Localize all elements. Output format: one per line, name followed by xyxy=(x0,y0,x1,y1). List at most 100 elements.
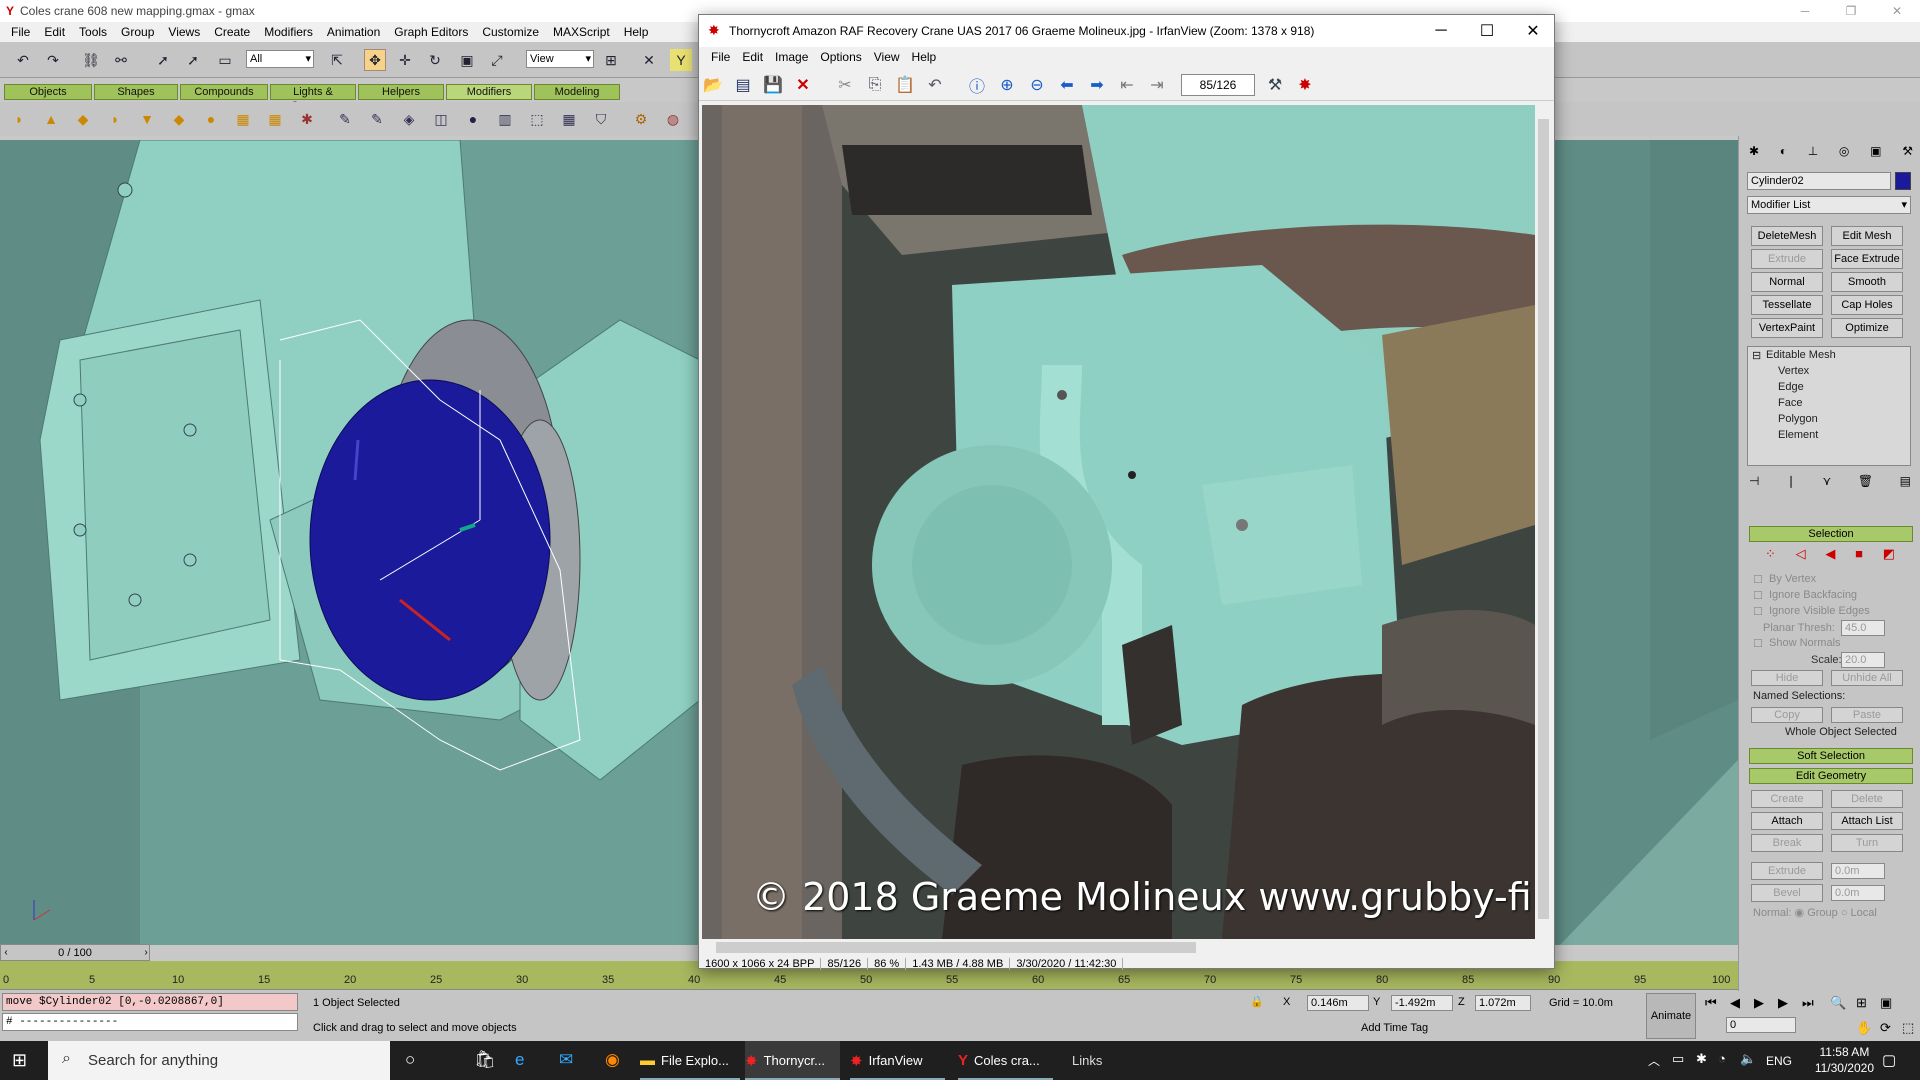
previous-image-icon[interactable]: ⬅ xyxy=(1055,74,1079,96)
go-to-end-icon[interactable]: ⏭ xyxy=(1802,995,1814,1011)
bevel-amount-field[interactable]: 0.0m xyxy=(1831,885,1885,901)
move-icon[interactable]: ✥ xyxy=(364,49,386,71)
info-icon[interactable]: ⓘ xyxy=(965,74,989,96)
twist-icon[interactable]: ◆ xyxy=(72,108,94,130)
maxscript-listener-output[interactable]: move $Cylinder02 [0,-0.0208867,0] xyxy=(2,993,298,1011)
vertical-scrollbar[interactable] xyxy=(1535,105,1552,939)
configure-sets-icon[interactable]: ▤ xyxy=(1900,474,1911,492)
notification-icon[interactable]: ▢ xyxy=(1882,1051,1896,1069)
y-coordinate-field[interactable]: -1.492m xyxy=(1391,995,1453,1011)
irf-maximize-button[interactable]: ☐ xyxy=(1464,15,1510,47)
remove-modifier-icon[interactable]: 🗑 xyxy=(1858,474,1873,492)
create-tab-icon[interactable]: ✱ xyxy=(1749,144,1759,164)
open-folder-icon[interactable]: 📂 xyxy=(701,74,725,96)
select-manipulate-icon[interactable]: ⤢ xyxy=(486,49,508,71)
thumbnails-icon[interactable]: ▤ xyxy=(731,74,755,96)
geo-extrude-button[interactable]: Extrude xyxy=(1751,862,1823,880)
next-frame-icon[interactable]: › xyxy=(140,944,152,961)
snap-icon[interactable]: ✕ xyxy=(638,49,660,71)
attach-list-button[interactable]: Attach List xyxy=(1831,812,1903,830)
tab-lights-cameras[interactable]: Lights & Cameras xyxy=(270,84,356,112)
taskbar-search-box[interactable]: ⌕ Search for anything xyxy=(48,1041,390,1080)
selection-filter-dropdown[interactable]: All ▾ xyxy=(246,50,314,68)
named-selection-icon[interactable]: Y xyxy=(670,49,692,71)
shield-icon[interactable]: ⛉ xyxy=(590,108,612,130)
modify-tab-icon[interactable]: ◐ xyxy=(1780,144,1787,164)
taskbar-app-file-explorer[interactable]: ▬ File Explo... xyxy=(640,1041,740,1080)
utilities-tab-icon[interactable]: ⚒ xyxy=(1902,144,1913,164)
grid-icon[interactable]: ▦ xyxy=(558,108,580,130)
undo-icon[interactable]: ↶ xyxy=(12,49,34,71)
network-icon[interactable]: ▭ xyxy=(1672,1051,1684,1067)
irf-menu-view[interactable]: View xyxy=(868,50,906,64)
irf-menu-file[interactable]: File xyxy=(705,50,736,64)
horizontal-scroll-thumb[interactable] xyxy=(716,942,1196,953)
bend-icon[interactable]: ◗ xyxy=(8,108,30,130)
region-select-icon[interactable]: ▭ xyxy=(214,49,236,71)
menu-modifiers[interactable]: Modifiers xyxy=(257,25,320,39)
menu-group[interactable]: Group xyxy=(114,25,161,39)
hierarchy-tab-icon[interactable]: ⊥ xyxy=(1808,144,1818,164)
copy-icon[interactable]: ⎘ xyxy=(863,74,887,96)
prev-key-icon[interactable]: ◀ xyxy=(1730,995,1740,1011)
by-vertex-checkbox[interactable]: ☐ xyxy=(1753,573,1763,586)
first-image-icon[interactable]: ⇤ xyxy=(1115,74,1139,96)
language-indicator[interactable]: ENG xyxy=(1766,1054,1792,1068)
zoom-all-icon[interactable]: ⊞ xyxy=(1856,995,1867,1011)
store-icon[interactable]: 🛍 xyxy=(474,1050,496,1070)
motion-tab-icon[interactable]: ◎ xyxy=(1839,144,1849,164)
menu-customize[interactable]: Customize xyxy=(475,25,546,39)
menu-create[interactable]: Create xyxy=(207,25,257,39)
object-name-field[interactable]: Cylinder02 xyxy=(1747,172,1891,190)
attach-button[interactable]: Attach xyxy=(1751,812,1823,830)
break-button[interactable]: Break xyxy=(1751,834,1823,852)
paste-icon[interactable]: 📋 xyxy=(893,74,917,96)
zoom-extents-icon[interactable]: ▣ xyxy=(1880,995,1892,1011)
vol-select-icon[interactable]: ◫ xyxy=(430,108,452,130)
unhide-all-button[interactable]: Unhide All xyxy=(1831,670,1903,686)
vertex-icon[interactable]: ⁘ xyxy=(1765,546,1776,564)
stack-root-editable-mesh[interactable]: Editable Mesh xyxy=(1766,349,1836,361)
irf-menu-image[interactable]: Image xyxy=(769,50,814,64)
noise-icon[interactable]: ◗ xyxy=(104,108,126,130)
normal-group-local-radio[interactable]: Normal: ◉ Group ○ Local xyxy=(1753,906,1877,919)
sphere-icon[interactable]: ● xyxy=(462,108,484,130)
stack-item-polygon[interactable]: Polygon xyxy=(1778,413,1818,425)
ripple-icon[interactable]: ▦ xyxy=(264,108,286,130)
expand-icon[interactable]: ⊟ xyxy=(1752,349,1761,362)
cylinder-icon[interactable]: ▥ xyxy=(494,108,516,130)
next-image-icon[interactable]: ➡ xyxy=(1085,74,1109,96)
mesh-select-icon[interactable]: ◈ xyxy=(398,108,420,130)
taper-icon[interactable]: ▲ xyxy=(40,108,62,130)
selection-rollout[interactable]: Selection xyxy=(1749,526,1913,542)
modifier-list-dropdown[interactable]: Modifier List ▾ xyxy=(1747,196,1911,214)
vertexpaint-button[interactable]: VertexPaint xyxy=(1751,318,1823,338)
make-unique-icon[interactable]: ⋎ xyxy=(1823,474,1832,492)
select-icon[interactable]: ➚ xyxy=(152,49,174,71)
play-icon[interactable]: ▶ xyxy=(1754,995,1764,1011)
x-coordinate-field[interactable]: 0.146m xyxy=(1307,995,1369,1011)
chevron-up-icon[interactable]: ︿ xyxy=(1648,1052,1660,1069)
edge-browser-icon[interactable]: e xyxy=(515,1050,524,1070)
irf-menu-edit[interactable]: Edit xyxy=(736,50,769,64)
element-icon[interactable]: ◩ xyxy=(1883,546,1895,564)
stack-item-edge[interactable]: Edge xyxy=(1778,381,1804,393)
optimize-button[interactable]: Optimize xyxy=(1831,318,1903,338)
ref-coord-dropdown[interactable]: View ▾ xyxy=(526,50,594,68)
stack-item-vertex[interactable]: Vertex xyxy=(1778,365,1809,377)
undo-icon[interactable]: ↶ xyxy=(923,74,947,96)
show-normals-checkbox[interactable]: ☐ xyxy=(1753,637,1763,650)
smooth-button[interactable]: Smooth xyxy=(1831,272,1903,292)
link-icon[interactable]: ⛓ xyxy=(80,49,102,71)
planar-thresh-field[interactable]: 45.0 xyxy=(1841,620,1885,636)
irf-close-button[interactable]: ✕ xyxy=(1510,15,1556,47)
z-coordinate-field[interactable]: 1.072m xyxy=(1475,995,1531,1011)
edit-geometry-rollout[interactable]: Edit Geometry xyxy=(1749,768,1913,784)
image-counter-field[interactable]: 85/126 xyxy=(1181,74,1255,96)
display-tab-icon[interactable]: ▣ xyxy=(1870,144,1881,164)
displayed-photo[interactable]: © 2018 Graeme Molineux www.grubby-fing xyxy=(702,105,1535,939)
pan-icon[interactable]: ✋ xyxy=(1856,1020,1872,1036)
next-key-icon[interactable]: ▶ xyxy=(1778,995,1788,1011)
cut-icon[interactable]: ✂ xyxy=(833,74,857,96)
stretch-icon[interactable]: ▼ xyxy=(136,108,158,130)
